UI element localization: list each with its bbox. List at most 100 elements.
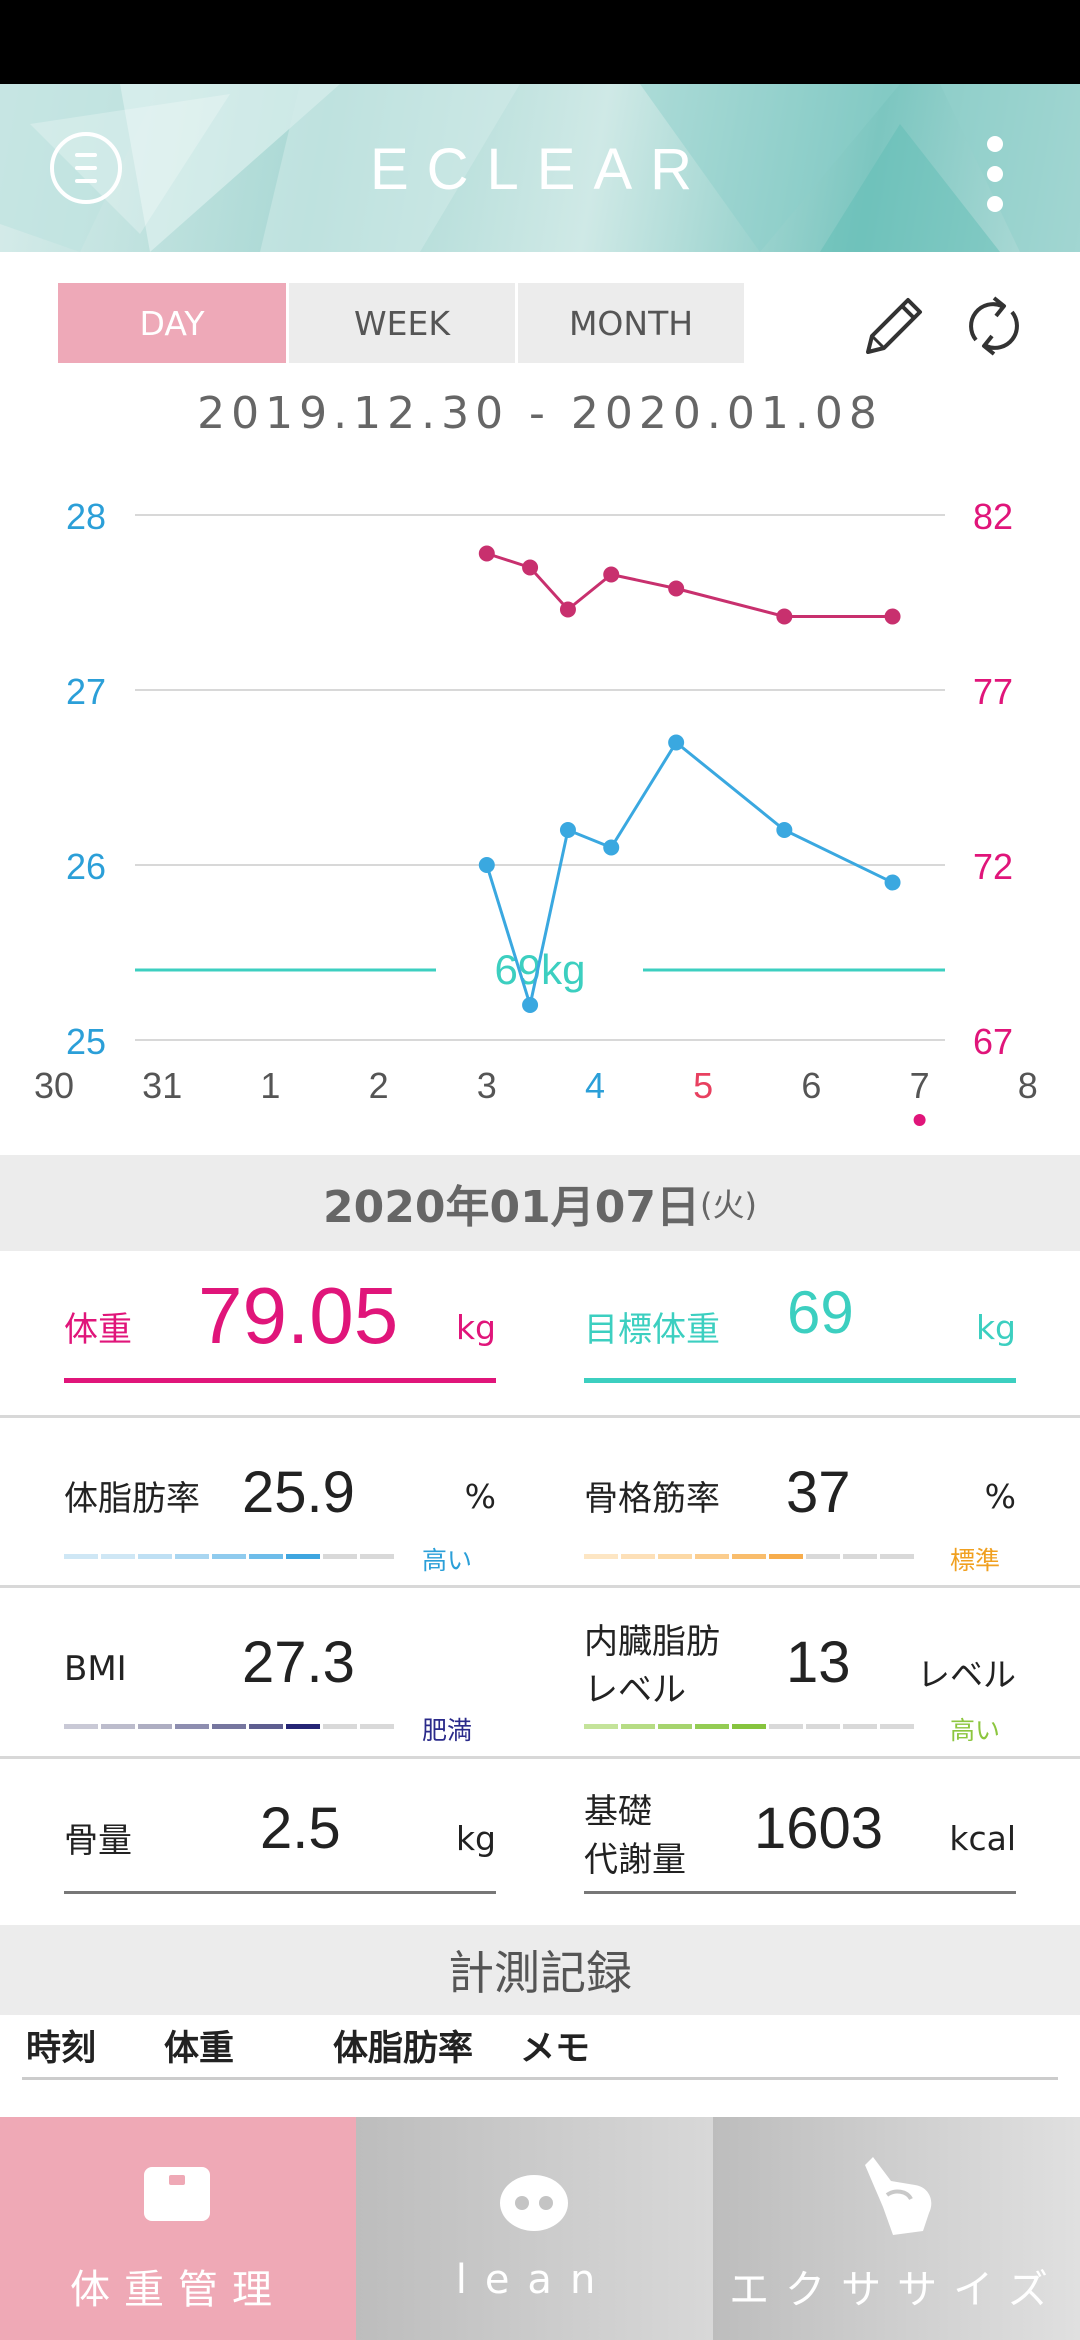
bmi-value: 27.3: [242, 1630, 355, 1695]
level-bar-segment: [212, 1724, 246, 1729]
more-options-button[interactable]: [975, 136, 1015, 212]
data-point: [478, 857, 495, 873]
data-point: [522, 997, 539, 1013]
app-header: ECLEAR: [0, 84, 1080, 252]
muscle-metric: 骨格筋率 37 % 標準: [584, 1455, 1016, 1575]
body-fat-metric: 体脂肪率 25.9 % 高い: [64, 1455, 496, 1575]
refresh-icon[interactable]: [958, 290, 1030, 362]
kebab-dot: [987, 196, 1003, 212]
y-left-tick: 25: [66, 1021, 106, 1062]
tab-month[interactable]: MONTH: [518, 283, 744, 363]
level-bar-segment: [360, 1724, 394, 1729]
bmi-level-bar: [64, 1724, 394, 1729]
level-bar-segment: [621, 1724, 655, 1729]
target-weight-metric[interactable]: 目標体重 69 kg: [584, 1270, 1016, 1385]
bmr-label-line2: 代謝量: [584, 1840, 686, 1880]
level-bar-segment: [695, 1554, 729, 1559]
level-bar-segment: [138, 1724, 172, 1729]
selected-weekday: (火): [699, 1186, 757, 1224]
weight-label: 体重: [64, 1310, 132, 1350]
column-weight[interactable]: 体重: [164, 2020, 234, 2071]
level-bar-segment: [175, 1554, 209, 1559]
data-point: [668, 734, 685, 751]
visceral-label-line2: レベル: [584, 1670, 686, 1710]
target-weight-label: 目標体重: [584, 1310, 720, 1350]
level-bar-segment: [212, 1554, 246, 1559]
body-fat-level-bar: [64, 1554, 394, 1559]
nav-exercise[interactable]: エクササイズ: [713, 2117, 1080, 2340]
nav-exercise-label: エクササイズ: [729, 2267, 1064, 2313]
level-bar-segment: [584, 1724, 618, 1729]
bmi-level: 肥満: [421, 1716, 472, 1745]
level-bar-segment: [249, 1724, 283, 1729]
level-bar-segment: [880, 1724, 914, 1729]
level-bar-segment: [249, 1554, 283, 1559]
y-right-tick: 82: [973, 496, 1013, 537]
level-bar-segment: [880, 1554, 914, 1559]
y-left-tick: 28: [66, 496, 106, 537]
column-body-fat[interactable]: 体脂肪率: [333, 2020, 473, 2071]
nav-weight-management[interactable]: 体重管理: [0, 2117, 356, 2340]
x-tick: 4: [585, 1065, 605, 1106]
tab-day[interactable]: DAY: [58, 283, 286, 363]
bottom-nav: 体重管理 lean エクササイズ: [0, 2117, 1080, 2340]
weight-value: 79.05: [198, 1271, 399, 1360]
data-point: [559, 822, 576, 838]
data-point: [668, 580, 685, 597]
muscle-level: 標準: [949, 1546, 1000, 1575]
level-bar-segment: [101, 1724, 135, 1729]
bone-label: 骨量: [64, 1821, 132, 1861]
column-time[interactable]: 時刻: [26, 2020, 96, 2071]
level-bar-segment: [286, 1724, 320, 1729]
exercise-hand-icon: [865, 2157, 932, 2235]
level-bar-segment: [806, 1724, 840, 1729]
pencil-icon[interactable]: [858, 290, 930, 362]
data-point: [776, 822, 793, 838]
level-bar-segment: [175, 1724, 209, 1729]
data-point: [884, 608, 901, 625]
bmr-underline: [584, 1891, 1016, 1894]
weight-underline: [64, 1378, 496, 1383]
data-point: [603, 839, 620, 856]
divider: [0, 1415, 1080, 1418]
muscle-unit: %: [984, 1477, 1016, 1516]
kebab-dot: [987, 166, 1003, 182]
target-weight-unit: kg: [975, 1308, 1016, 1347]
level-bar-segment: [64, 1554, 98, 1559]
weight-metric: 体重 79.05 kg: [64, 1270, 496, 1385]
records-divider: [22, 2077, 1058, 2080]
records-title: 計測記録: [0, 1925, 1080, 2015]
x-tick: 3: [477, 1065, 497, 1106]
kebab-dot: [987, 136, 1003, 152]
bone-unit: kg: [455, 1819, 496, 1858]
x-tick: 8: [1018, 1065, 1038, 1106]
level-bar-segment: [360, 1554, 394, 1559]
visceral-level: 高い: [949, 1716, 1000, 1745]
column-memo[interactable]: メモ: [520, 2020, 590, 2071]
nav-lean[interactable]: lean: [356, 2117, 713, 2340]
body-fat-unit: %: [464, 1477, 496, 1516]
body-fat-label: 体脂肪率: [64, 1479, 200, 1519]
tab-week[interactable]: WEEK: [289, 283, 515, 363]
level-bar-segment: [806, 1554, 840, 1559]
muscle-level-bar: [584, 1554, 914, 1559]
x-tick: 1: [260, 1065, 280, 1106]
divider: [0, 1585, 1080, 1588]
weight-chart[interactable]: 28 8227 7726 7225 6730 31 1 2 3 4 5 6 7 869kg: [0, 470, 1080, 1150]
data-point: [559, 601, 576, 618]
bmr-unit: kcal: [949, 1819, 1016, 1858]
level-bar-segment: [769, 1554, 803, 1559]
y-right-tick: 77: [973, 671, 1013, 712]
level-bar-segment: [323, 1724, 357, 1729]
target-weight-underline: [584, 1378, 1016, 1383]
visceral-fat-metric: 内臓脂肪 レベル 13 レベル 高い: [584, 1620, 1016, 1745]
level-bar-segment: [658, 1554, 692, 1559]
level-bar-segment: [323, 1554, 357, 1559]
y-right-tick: 72: [973, 846, 1013, 887]
nav-lean-label: lean: [455, 2257, 614, 2303]
data-point: [522, 559, 539, 576]
x-tick: 7: [910, 1065, 930, 1106]
x-tick: 2: [369, 1065, 389, 1106]
visceral-label-line1: 内臓脂肪: [584, 1622, 720, 1662]
date-range: 2019.12.30 - 2020.01.08: [197, 388, 883, 439]
